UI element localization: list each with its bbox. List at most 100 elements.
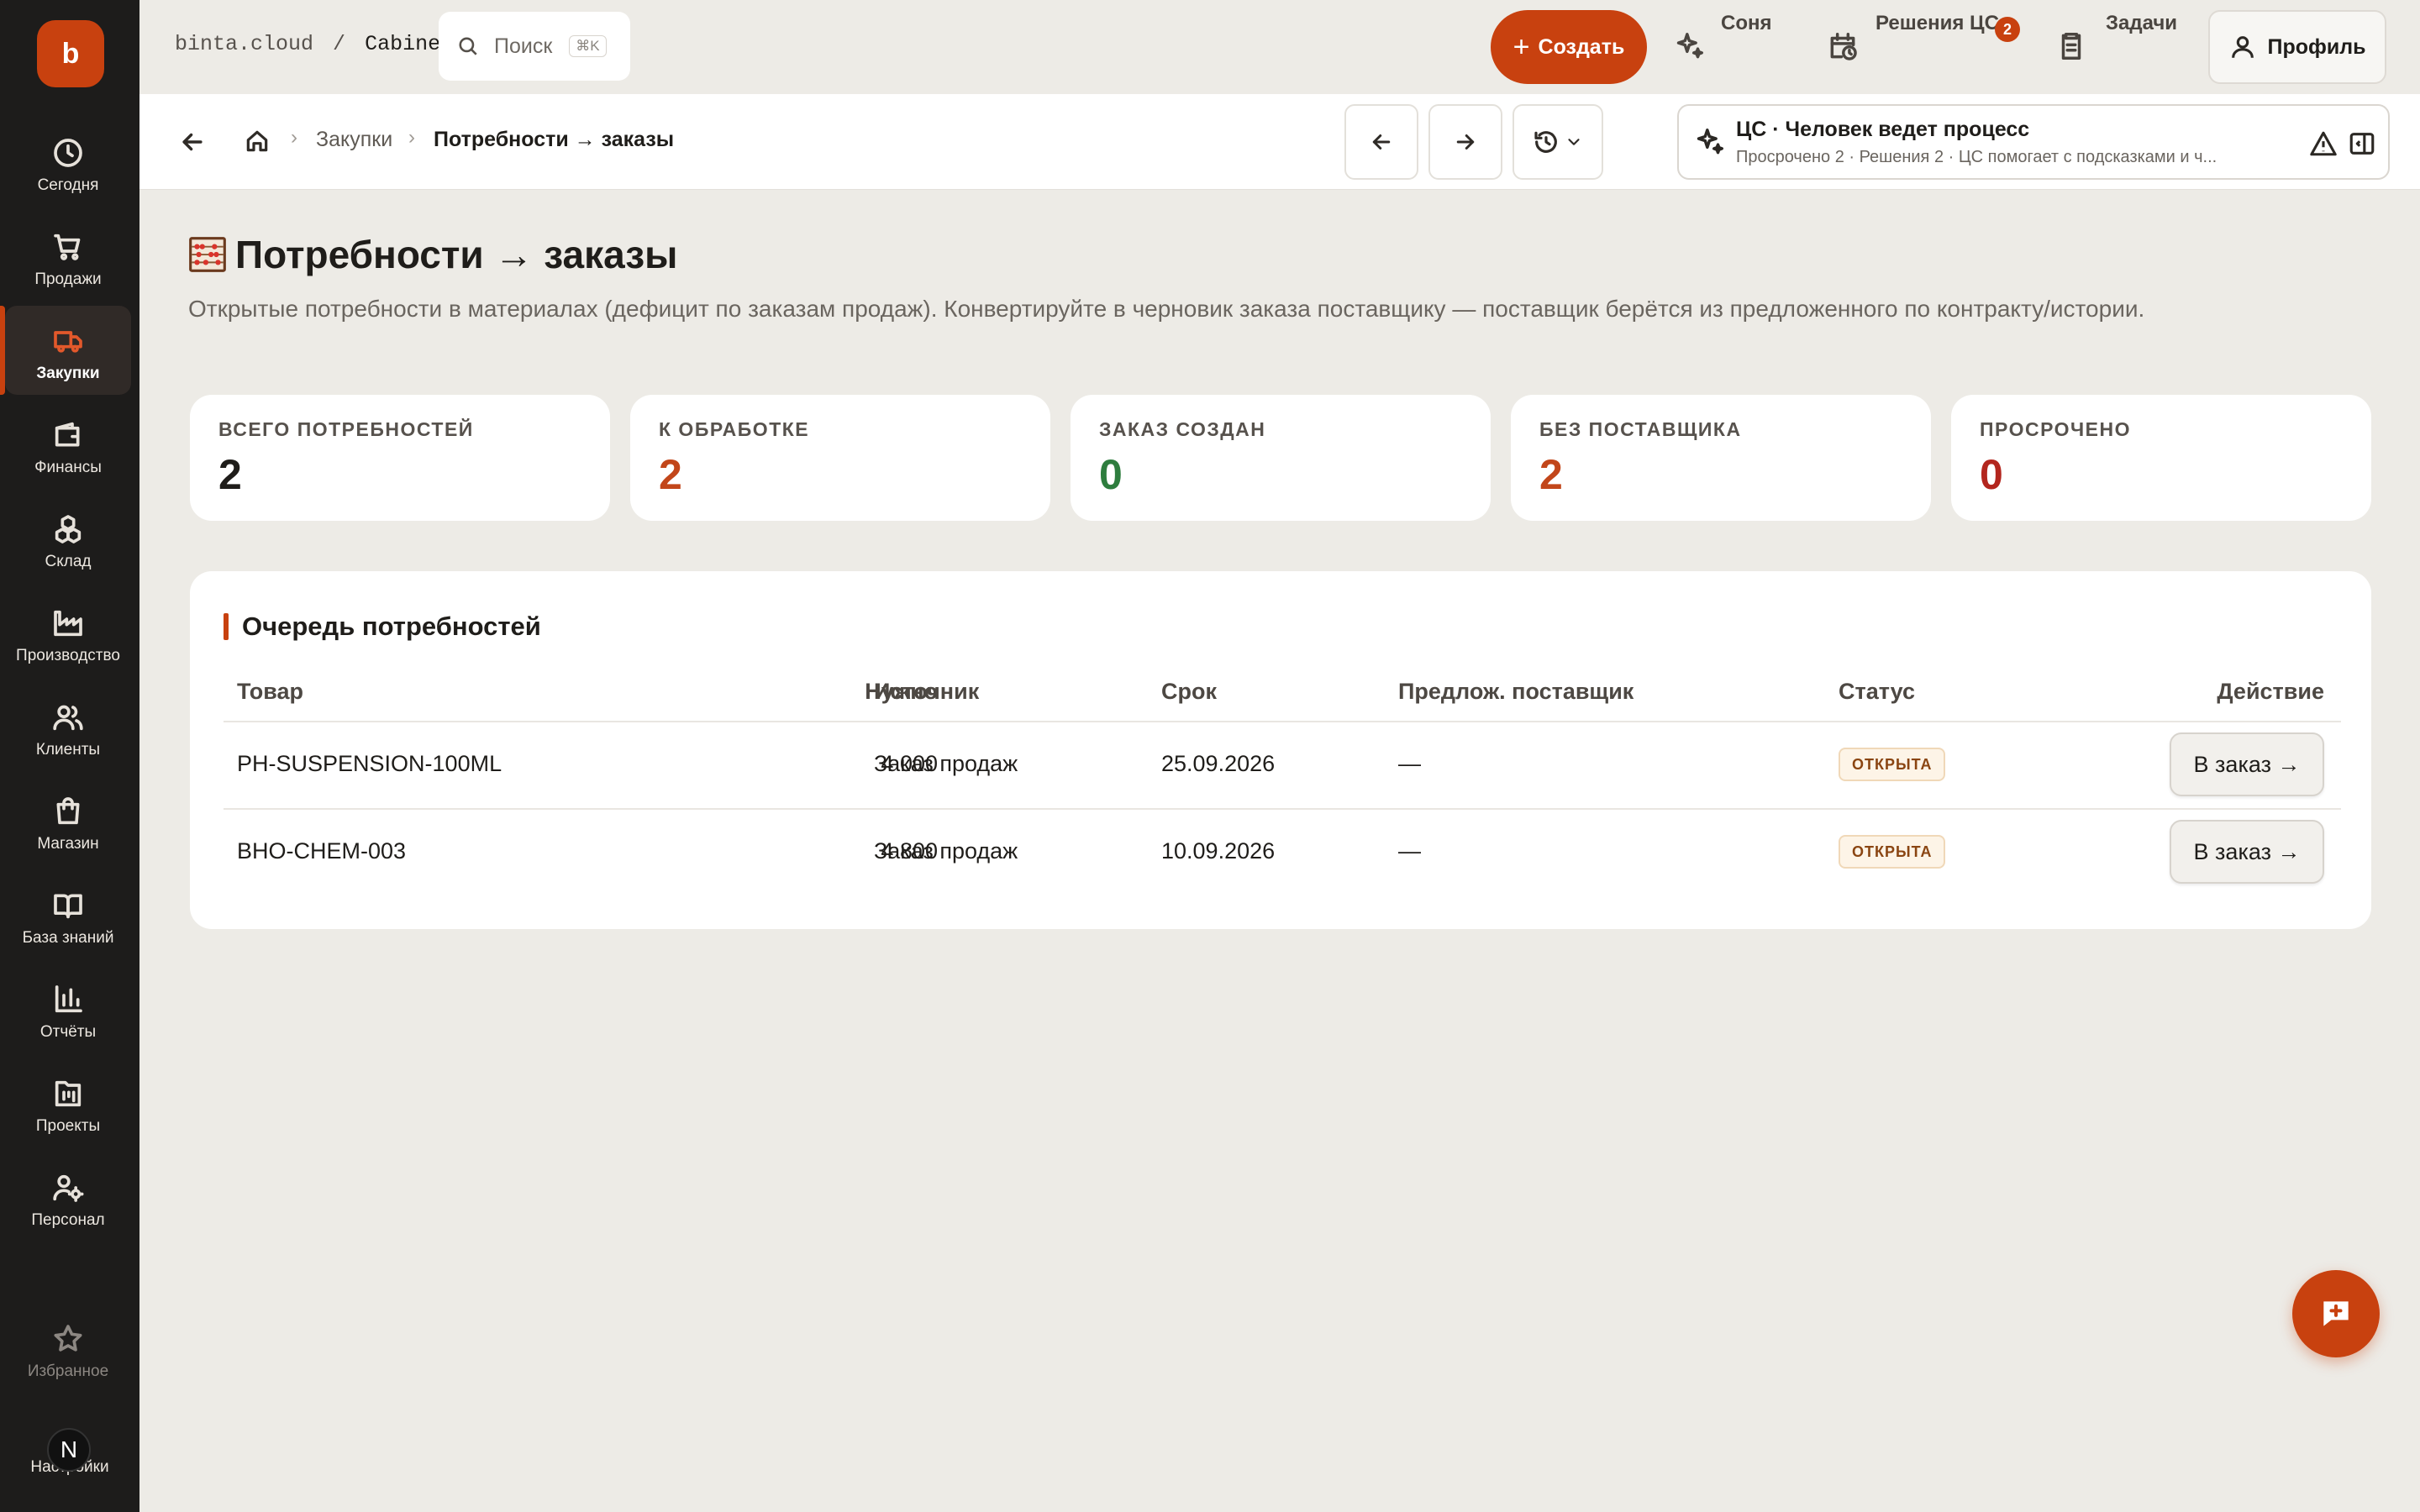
arrow-left-icon — [182, 133, 203, 151]
page-title: Потребности → заказы — [187, 232, 677, 277]
breadcrumb-parent[interactable]: Закупки — [316, 128, 392, 152]
sidebar-item-label: Персонал — [31, 1211, 105, 1229]
stat-label: ЗАКАЗ СОЗДАН — [1099, 418, 1266, 440]
cs-subtitle: Просрочено 2 · Решения 2 · ЦС помогает с… — [1736, 148, 2217, 166]
sidebar-item-shop[interactable]: Магазин — [5, 776, 131, 865]
stat-label: К ОБРАБОТКЕ — [659, 418, 810, 440]
plus-icon: + — [1512, 31, 1530, 63]
sidebar-item-reports[interactable]: Отчёты — [5, 964, 131, 1053]
search-icon — [459, 37, 477, 55]
message-plus-icon — [2323, 1301, 2349, 1326]
needs-queue-card: Очередь потребностей Товар Нужно Источни… — [190, 571, 2371, 929]
stat-value: 2 — [218, 451, 242, 498]
sidebar-item-label: Избранное — [27, 1362, 109, 1380]
panel-toggle-icon[interactable] — [2348, 129, 2376, 162]
breadcrumb-bar: › Закупки › Потребности → заказы ЦС · Че… — [139, 94, 2420, 190]
alert-triangle-icon[interactable] — [2309, 129, 2338, 162]
sparkles-icon — [1676, 33, 1703, 59]
users-icon — [50, 699, 87, 736]
table-divider — [224, 808, 2341, 810]
user-icon — [2232, 36, 2254, 58]
history-forward-button[interactable] — [1428, 104, 1502, 180]
sonya-button[interactable]: Соня — [1674, 0, 1800, 94]
history-icon — [1534, 131, 1557, 153]
sidebar-item-label: Магазин — [37, 835, 99, 853]
sparkles-icon — [1694, 126, 1726, 162]
cell-source: Заказ продаж — [874, 751, 1018, 776]
create-label: Создать — [1538, 34, 1625, 59]
cs-status-panel[interactable]: ЦС · Человек ведет процесс Просрочено 2 … — [1677, 104, 2390, 180]
tasks-label: Задачи — [2106, 12, 2178, 34]
search-placeholder: Поиск — [494, 34, 553, 58]
sidebar-item-today[interactable]: Сегодня — [5, 118, 131, 207]
stat-label: ВСЕГО ПОТРЕБНОСТЕЙ — [218, 418, 474, 440]
factory-icon — [50, 605, 87, 642]
arrow-left-icon — [1372, 134, 1391, 150]
top-bar: binta.cloud / Cabinet Поиск ⌘K + Создать… — [139, 0, 2420, 94]
cell-supplier: — — [1398, 751, 1421, 776]
table-divider — [224, 721, 2341, 722]
host-name[interactable]: binta.cloud — [175, 32, 313, 56]
abacus-icon — [189, 237, 226, 272]
profile-label: Профиль — [2267, 34, 2366, 59]
column-header-product: Товар — [237, 679, 304, 704]
search-shortcut: ⌘K — [569, 35, 607, 57]
sidebar-item-production[interactable]: Производство — [5, 588, 131, 677]
chat-assistant-button[interactable] — [2292, 1270, 2380, 1357]
create-button[interactable]: + Создать — [1491, 10, 1647, 84]
breadcrumb-separator: › — [408, 126, 415, 149]
sidebar-item-label: База знаний — [22, 929, 114, 947]
to-order-button[interactable]: В заказ → — [2170, 820, 2324, 884]
arrow-right-icon — [1456, 134, 1475, 150]
stat-value: 0 — [1980, 451, 2003, 498]
sidebar-item-label: Склад — [45, 553, 92, 570]
cell-product: PH-SUSPENSION-100ML — [237, 751, 502, 776]
clipboard-icon — [2061, 33, 2081, 60]
page-description: Открытые потребности в материалах (дефиц… — [188, 296, 2145, 322]
star-icon — [50, 1320, 87, 1357]
stat-card-no-supplier: БЕЗ ПОСТАВЩИКА 2 — [1511, 395, 1931, 521]
sidebar-item-label: Клиенты — [35, 741, 101, 759]
back-button[interactable] — [178, 128, 207, 160]
decisions-button[interactable]: Решения ЦС 2 — [1827, 0, 2020, 94]
stat-value: 0 — [1099, 451, 1123, 498]
sidebar-item-finance[interactable]: Финансы — [5, 400, 131, 489]
chevron-down-icon — [1568, 139, 1580, 145]
profile-button[interactable]: Профиль — [2208, 10, 2386, 84]
decisions-label: Решения ЦС — [1876, 12, 1999, 34]
book-icon — [50, 887, 87, 924]
column-header-status: Статус — [1839, 679, 1915, 704]
shopping-bag-icon — [50, 793, 87, 830]
search-input[interactable]: Поиск ⌘K — [439, 12, 630, 81]
tasks-button[interactable]: Задачи — [2055, 0, 2215, 94]
cell-source: Заказ продаж — [874, 838, 1018, 864]
history-back-button[interactable] — [1344, 104, 1418, 180]
home-button[interactable] — [244, 128, 271, 159]
sidebar-item-knowledge-base[interactable]: База знаний — [5, 870, 131, 959]
sidebar-item-staff[interactable]: Персонал — [5, 1152, 131, 1242]
sidebar-item-purchasing[interactable]: Закупки — [0, 306, 131, 395]
column-header-due: Срок — [1161, 679, 1217, 704]
sidebar-item-label: Проекты — [35, 1117, 101, 1135]
sidebar-item-label: Продажи — [34, 270, 102, 288]
sidebar-item-favorites[interactable]: Избранное — [5, 1304, 131, 1393]
stat-card-order-created: ЗАКАЗ СОЗДАН 0 — [1071, 395, 1491, 521]
sidebar-item-label: Сегодня — [37, 176, 99, 194]
avatar[interactable]: N — [47, 1428, 91, 1472]
stat-label: БЕЗ ПОСТАВЩИКА — [1539, 418, 1742, 440]
wallet-icon — [50, 417, 87, 454]
boxes-icon — [50, 511, 87, 548]
app-logo[interactable]: b — [37, 20, 104, 87]
breadcrumb-separator: › — [291, 126, 297, 149]
history-menu-button[interactable] — [1512, 104, 1603, 180]
sidebar-item-projects[interactable]: Проекты — [5, 1058, 131, 1147]
sidebar-item-warehouse[interactable]: Склад — [5, 494, 131, 583]
sidebar-item-clients[interactable]: Клиенты — [5, 682, 131, 771]
sidebar-item-sales[interactable]: Продажи — [5, 212, 131, 301]
sidebar-item-label: Производство — [16, 647, 120, 664]
to-order-button[interactable]: В заказ → — [2170, 732, 2324, 796]
sidebar: b Сегодня Продажи Закупки Финансы Склад … — [0, 0, 139, 1512]
column-header-action: Действие — [2217, 679, 2324, 704]
page-title-text: Потребности → заказы — [235, 233, 678, 276]
sidebar-item-label: Финансы — [34, 459, 102, 476]
